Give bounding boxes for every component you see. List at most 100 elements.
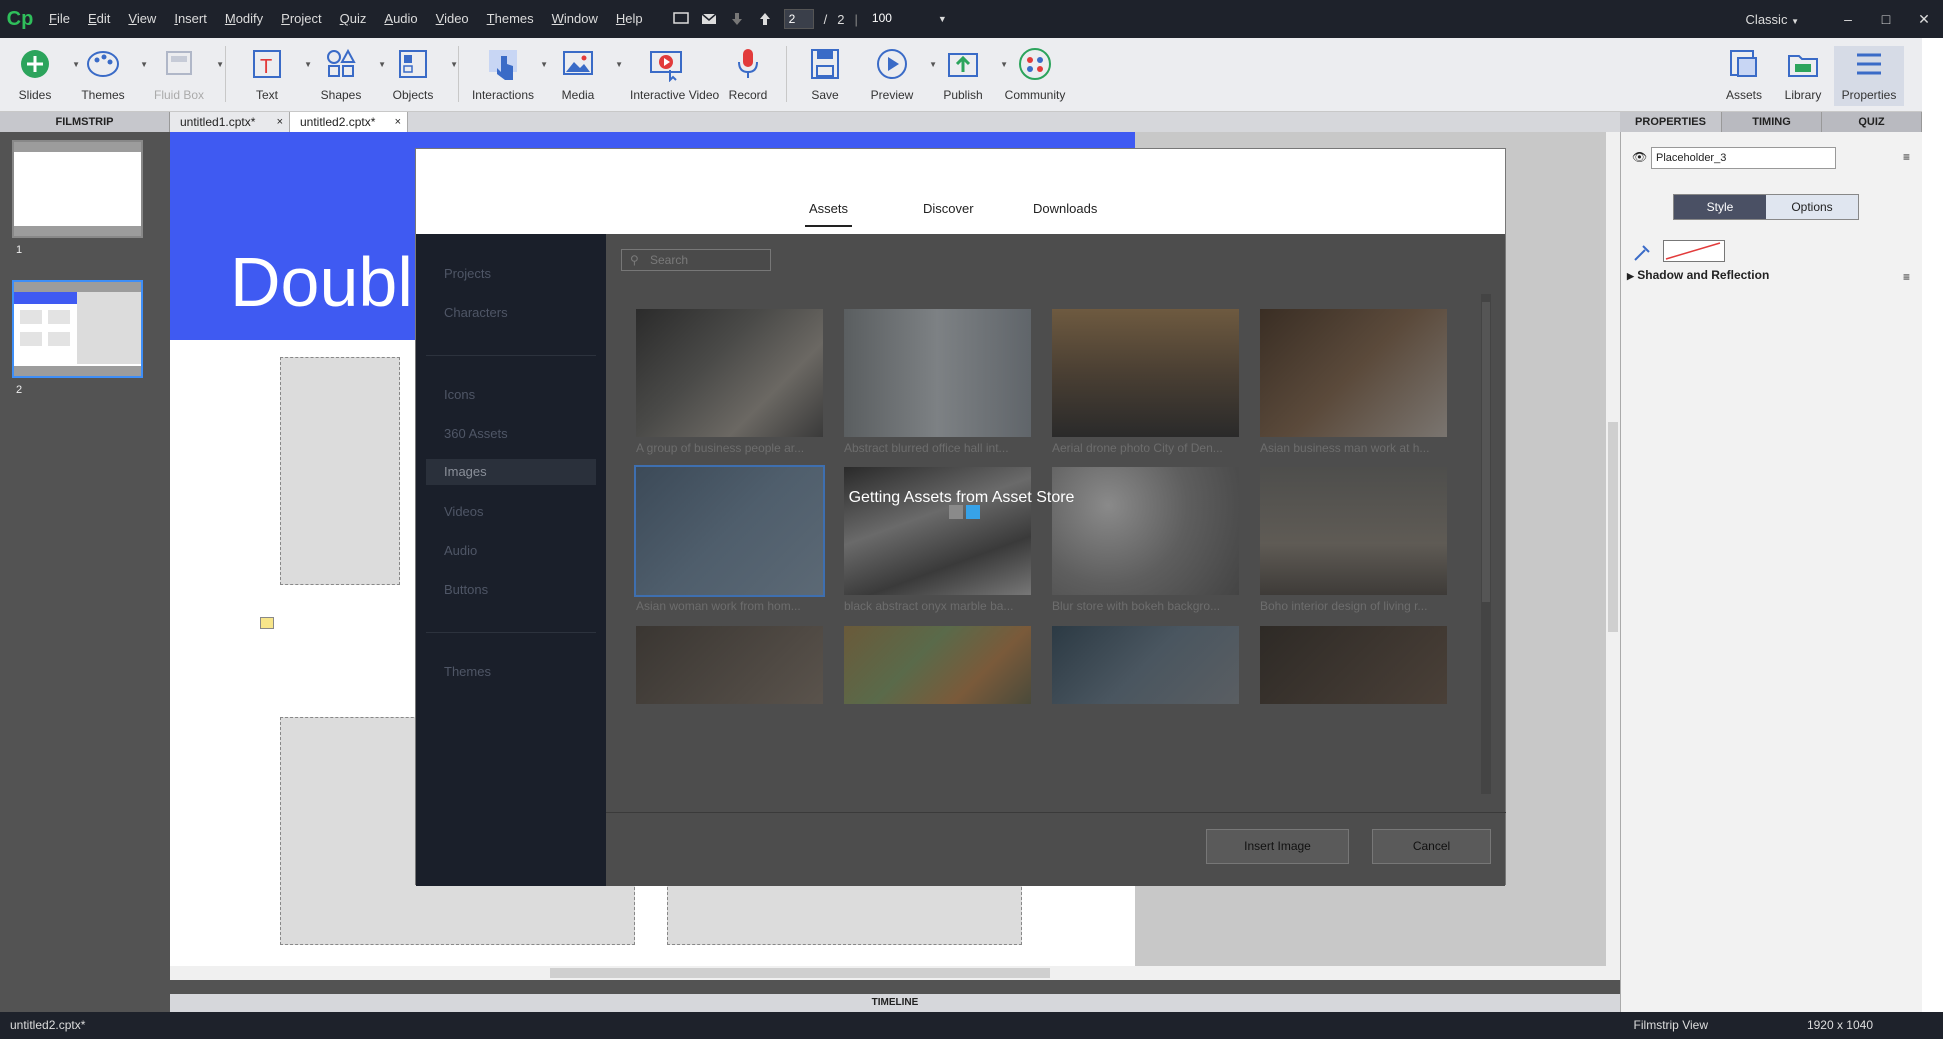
- menu-edit[interactable]: Edit: [79, 0, 119, 38]
- slide-thumbnail-2[interactable]: [12, 280, 143, 378]
- slides-button[interactable]: ▼ Slides: [0, 46, 80, 102]
- close-icon[interactable]: ×: [277, 112, 283, 132]
- tab-untitled1[interactable]: untitled1.cptx* ×: [170, 112, 290, 132]
- tab-properties[interactable]: PROPERTIES: [1620, 112, 1722, 132]
- navigation-tools: 2 / 2 | 100 ▼: [672, 9, 947, 29]
- fluid-box-button[interactable]: ▼ Fluid Box: [144, 46, 224, 102]
- image-card[interactable]: A group of business people ar...: [636, 309, 823, 455]
- slide-thumbnail-1[interactable]: [12, 140, 143, 238]
- sidebar-item-icons[interactable]: Icons: [444, 387, 475, 402]
- dialog-scrollbar[interactable]: [1481, 294, 1491, 794]
- insert-image-button[interactable]: Insert Image: [1206, 829, 1349, 864]
- menu-project[interactable]: Project: [272, 0, 330, 38]
- eyedropper-icon[interactable]: [1631, 242, 1653, 262]
- image-card[interactable]: [844, 626, 1031, 704]
- sidebar-item-audio[interactable]: Audio: [444, 543, 477, 558]
- loading-spinner: [949, 505, 983, 524]
- fill-color-swatch[interactable]: [1663, 240, 1725, 262]
- panel-menu-icon[interactable]: ≡: [1903, 150, 1910, 164]
- image-card[interactable]: [1260, 626, 1447, 704]
- sidebar-item-360-assets[interactable]: 360 Assets: [444, 426, 508, 441]
- page-current-input[interactable]: 2: [783, 9, 814, 29]
- sidebar-item-themes[interactable]: Themes: [444, 664, 491, 679]
- menu-modify[interactable]: Modify: [216, 0, 272, 38]
- sidebar-item-projects[interactable]: Projects: [444, 266, 491, 281]
- mail-icon[interactable]: [700, 12, 718, 26]
- timeline-header[interactable]: TIMELINE: [170, 994, 1620, 1012]
- image-caption: Asian woman work from hom...: [636, 599, 801, 613]
- menu-help[interactable]: Help: [607, 0, 652, 38]
- image-thumbnail: [1260, 309, 1447, 437]
- panel-menu-icon[interactable]: ≡: [1903, 270, 1910, 284]
- workspace-select[interactable]: Classic ▼: [1746, 12, 1799, 27]
- image-thumbnail: [1052, 467, 1239, 595]
- menu-video[interactable]: Video: [427, 0, 478, 38]
- image-card[interactable]: [1052, 626, 1239, 704]
- tab-untitled2[interactable]: untitled2.cptx* ×: [290, 112, 408, 132]
- scrollbar-thumb[interactable]: [1608, 422, 1618, 632]
- sidebar-item-characters[interactable]: Characters: [444, 305, 508, 320]
- tab-timing[interactable]: TIMING: [1722, 112, 1822, 132]
- horizontal-scrollbar[interactable]: [170, 966, 1620, 980]
- menu-themes[interactable]: Themes: [478, 0, 543, 38]
- menu-view[interactable]: View: [119, 0, 165, 38]
- tab-discover[interactable]: Discover: [923, 201, 974, 216]
- image-card[interactable]: Aerial drone photo City of Den...: [1052, 309, 1239, 455]
- zoom-select[interactable]: 100: [868, 9, 928, 29]
- record-button[interactable]: Record: [713, 46, 783, 102]
- image-card[interactable]: Abstract blurred office hall int...: [844, 309, 1031, 455]
- image-placeholder[interactable]: [280, 357, 400, 585]
- menu-insert[interactable]: Insert: [165, 0, 216, 38]
- thumb-bar: [14, 366, 141, 376]
- interactive-video-button[interactable]: Interactive Video: [630, 46, 719, 102]
- objects-button[interactable]: ▼ Objects: [378, 46, 458, 102]
- placeholder-icon[interactable]: [260, 617, 274, 629]
- arrow-down-icon[interactable]: [728, 12, 746, 26]
- image-card[interactable]: [636, 626, 823, 704]
- tab-style[interactable]: Style: [1674, 195, 1766, 219]
- toolbar-divider: [786, 46, 787, 102]
- scrollbar-thumb[interactable]: [1482, 302, 1490, 602]
- tab-assets[interactable]: Assets: [804, 201, 853, 227]
- image-thumbnail: [1052, 626, 1239, 704]
- cancel-button[interactable]: Cancel: [1372, 829, 1491, 864]
- preview-button[interactable]: ▼ Preview: [857, 46, 937, 102]
- community-button[interactable]: Community: [1000, 46, 1070, 102]
- close-icon[interactable]: ×: [395, 112, 401, 132]
- library-button[interactable]: Library: [1768, 46, 1838, 102]
- tab-downloads[interactable]: Downloads: [1033, 201, 1097, 216]
- status-size: 1920 x 1040: [1806, 1018, 1873, 1032]
- object-name-field[interactable]: Placeholder_3: [1651, 147, 1836, 169]
- dialog-tab-bar: Assets Discover Downloads: [416, 149, 1505, 234]
- sidebar-item-buttons[interactable]: Buttons: [444, 582, 488, 597]
- scrollbar-thumb[interactable]: [550, 968, 1050, 978]
- tab-options[interactable]: Options: [1766, 195, 1858, 219]
- eye-icon[interactable]: 👁: [1632, 150, 1647, 164]
- close-icon[interactable]: ✕: [1905, 11, 1943, 28]
- shapes-button[interactable]: ▼ Shapes: [306, 46, 386, 102]
- image-thumbnail: [636, 626, 823, 704]
- minimize-icon[interactable]: –: [1829, 11, 1867, 27]
- properties-button[interactable]: Properties: [1834, 46, 1904, 106]
- themes-button[interactable]: ▼ Themes: [68, 46, 148, 102]
- media-button[interactable]: ▼ Media: [543, 46, 623, 102]
- arrow-up-icon[interactable]: [756, 12, 774, 26]
- menu-file[interactable]: File: [40, 0, 79, 38]
- text-button[interactable]: T ▼ Text: [232, 46, 312, 102]
- menu-quiz[interactable]: Quiz: [331, 0, 376, 38]
- comment-icon[interactable]: [672, 12, 690, 26]
- maximize-icon[interactable]: □: [1867, 11, 1905, 27]
- sidebar-item-images[interactable]: Images: [426, 459, 596, 485]
- interactions-button[interactable]: ▼ Interactions: [468, 46, 548, 102]
- chevron-down-icon[interactable]: ▼: [938, 14, 947, 24]
- menu-audio[interactable]: Audio: [375, 0, 426, 38]
- menu-bar: Cp File Edit View Insert Modify Project …: [0, 0, 1943, 38]
- save-button[interactable]: Save: [790, 46, 860, 102]
- vertical-scrollbar[interactable]: [1606, 132, 1620, 980]
- image-card[interactable]: Asian business man work at h...: [1260, 309, 1447, 455]
- publish-button[interactable]: ▼ Publish: [928, 46, 1008, 102]
- tab-quiz[interactable]: QUIZ: [1822, 112, 1922, 132]
- search-input[interactable]: ⚲ Search: [621, 249, 771, 271]
- shadow-reflection-section[interactable]: ▶ Shadow and Reflection: [1627, 268, 1769, 282]
- menu-window[interactable]: Window: [543, 0, 607, 38]
